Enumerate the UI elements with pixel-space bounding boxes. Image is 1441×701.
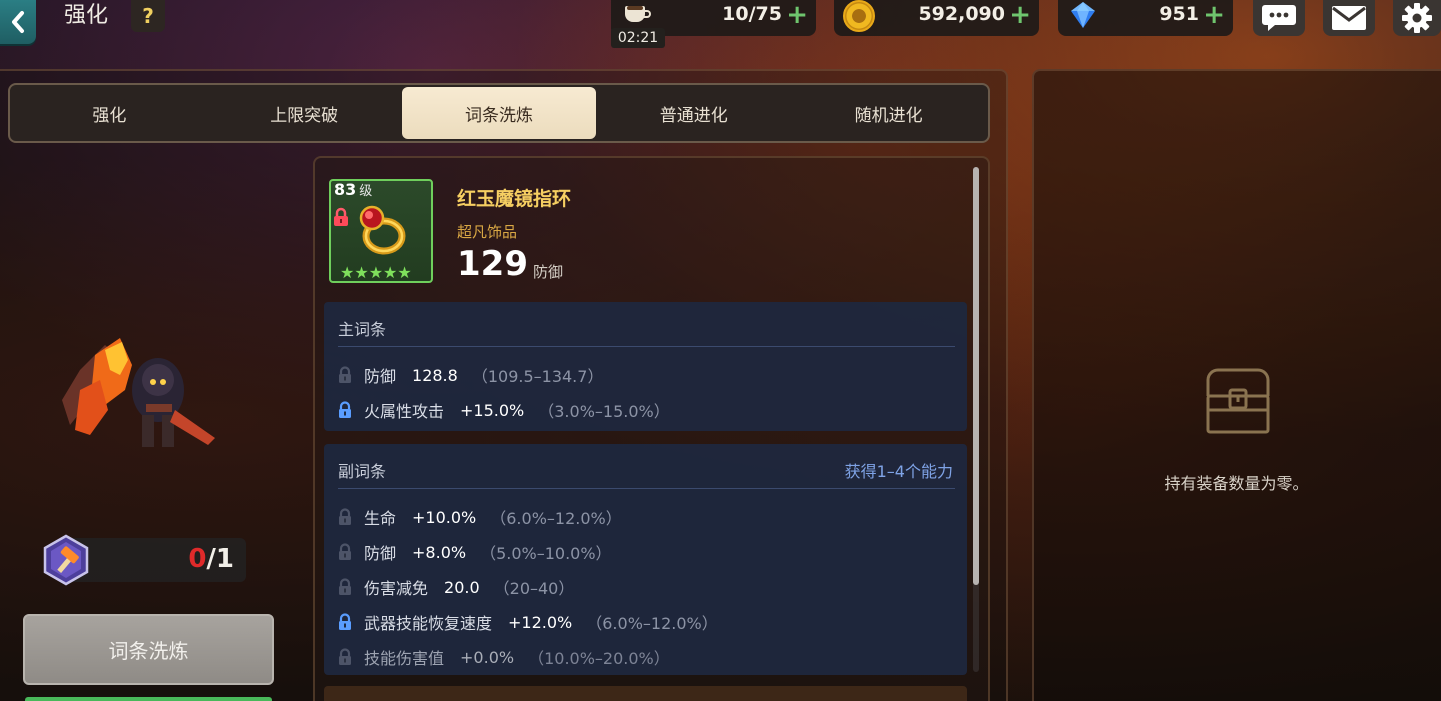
hero-sprite [62, 338, 215, 447]
sub-stats-note: 获得1–4个能力 [844, 462, 953, 481]
item-name: 红玉魔镜指环 [457, 188, 572, 210]
divider [338, 488, 955, 489]
chevron-left-icon [12, 11, 24, 33]
gold-counter: 592,090 + [834, 0, 1039, 36]
stat-value: +8.0% [412, 542, 467, 562]
stat-row: 防御 +8.0% （5.0%–10.0%） [338, 541, 612, 563]
item-level-unit: 级 [359, 184, 373, 199]
stat-row: 伤害减免 20.0 （20–40） [338, 576, 574, 598]
empty-inventory-text: 持有装备数量为零。 [1164, 474, 1309, 493]
tab-enhance[interactable]: 强化 [12, 87, 207, 139]
tab-reroll-stats[interactable]: 词条洗炼 [401, 87, 597, 139]
item-grade: 超凡饰品 [457, 223, 518, 241]
help-button[interactable]: ? [131, 0, 165, 32]
mail-icon [1332, 6, 1366, 30]
stat-range: （6.0%–12.0%） [586, 614, 718, 633]
lock-icon[interactable] [338, 613, 352, 631]
sub-stats-title: 副词条 [338, 462, 387, 481]
unlock-icon[interactable] [338, 578, 352, 596]
unlock-icon[interactable] [338, 508, 352, 526]
next-section-edge [324, 686, 967, 701]
stat-row: 生命 +10.0% （6.0%–12.0%） [338, 506, 622, 528]
unlock-icon[interactable] [338, 648, 352, 666]
stat-name: 防御 [364, 367, 397, 386]
tab-limit-break[interactable]: 上限突破 [207, 87, 402, 139]
stat-name: 技能伤害值 [364, 649, 445, 668]
back-button[interactable] [0, 0, 36, 44]
chat-icon [1262, 5, 1296, 31]
add-stamina-button[interactable]: + [786, 0, 808, 30]
stat-row: 技能伤害值 +0.0% （10.0%–20.0%） [338, 646, 670, 668]
stat-range: （6.0%–12.0%） [490, 509, 622, 528]
stat-name: 武器技能恢复速度 [364, 614, 493, 633]
lock-icon[interactable] [333, 207, 349, 227]
main-stats-title: 主词条 [338, 320, 387, 339]
reroll-current: 0 [188, 544, 207, 574]
gold-coin-icon [843, 0, 875, 32]
blue-gem-icon [1071, 2, 1095, 28]
stat-name: 防御 [364, 544, 397, 563]
secondary-button-edge[interactable] [25, 697, 272, 701]
stamina-timer: 02:21 [611, 28, 665, 48]
enhance-tabs: 强化 上限突破 词条洗炼 普通进化 随机进化 [8, 83, 990, 143]
stat-range: （109.5–134.7） [471, 367, 604, 386]
mail-button[interactable] [1323, 0, 1375, 36]
stat-name: 生命 [364, 509, 397, 528]
reroll-count: 0/1 [188, 544, 234, 574]
stat-name: 伤害减免 [364, 579, 429, 598]
treasure-chest-icon [1206, 368, 1270, 434]
stat-value: +12.0% [508, 612, 573, 632]
stat-range: （20–40） [493, 579, 575, 598]
add-gold-button[interactable]: + [1009, 0, 1031, 30]
unlock-icon[interactable] [338, 543, 352, 561]
item-level-value: 83 [334, 180, 357, 199]
ring-icon [359, 205, 406, 255]
unlock-icon[interactable] [338, 366, 352, 384]
stat-row: 防御 128.8 （109.5–134.7） [338, 364, 603, 386]
page-title: 强化 [64, 3, 109, 28]
chat-button[interactable] [1253, 0, 1305, 36]
reroll-button[interactable]: 词条洗炼 [23, 614, 274, 685]
tab-random-evolve[interactable]: 随机进化 [791, 87, 986, 139]
stat-range: （5.0%–10.0%） [480, 544, 612, 563]
stamina-value: 10/75 [722, 3, 782, 25]
stat-value: 20.0 [444, 577, 480, 597]
lock-icon[interactable] [338, 401, 352, 419]
stat-range: （3.0%–15.0%） [538, 402, 670, 421]
stat-range: （10.0%–20.0%） [528, 649, 670, 668]
scrollbar-thumb[interactable] [973, 167, 979, 585]
item-stars: ★★★★★ [340, 263, 412, 282]
item-level: 83 级 [334, 180, 372, 199]
divider [338, 346, 955, 347]
stat-row: 武器技能恢复速度 +12.0% （6.0%–12.0%） [338, 611, 718, 633]
gem-value: 951 [1159, 3, 1199, 25]
hammer-icon [43, 534, 89, 586]
stat-value: 128.8 [412, 365, 458, 385]
stat-value: +10.0% [412, 507, 477, 527]
gear-icon [1402, 3, 1432, 33]
gold-value: 592,090 [918, 3, 1005, 25]
stat-value: +15.0% [460, 400, 525, 420]
item-power-value: 129 [457, 244, 528, 284]
main-stats-box: 主词条 防御 128.8 （109.5–134.7） 火属性攻击 +15.0% （3.0%… [324, 302, 967, 431]
stat-row: 火属性攻击 +15.0% （3.0%–15.0%） [338, 399, 670, 421]
tab-normal-evolve[interactable]: 普通进化 [596, 87, 791, 139]
add-gem-button[interactable]: + [1203, 0, 1225, 30]
stat-value: +0.0% [460, 647, 515, 667]
gem-counter: 951 + [1058, 0, 1233, 36]
reroll-max: /1 [206, 544, 234, 574]
item-power-label: 防御 [533, 263, 564, 281]
stat-name: 火属性攻击 [364, 402, 445, 421]
settings-button[interactable] [1393, 0, 1441, 36]
sub-stats-box: 副词条 获得1–4个能力 生命 +10.0% （6.0%–12.0%） 防御 +8.0%… [324, 444, 967, 675]
coffee-cup-icon [623, 2, 651, 24]
